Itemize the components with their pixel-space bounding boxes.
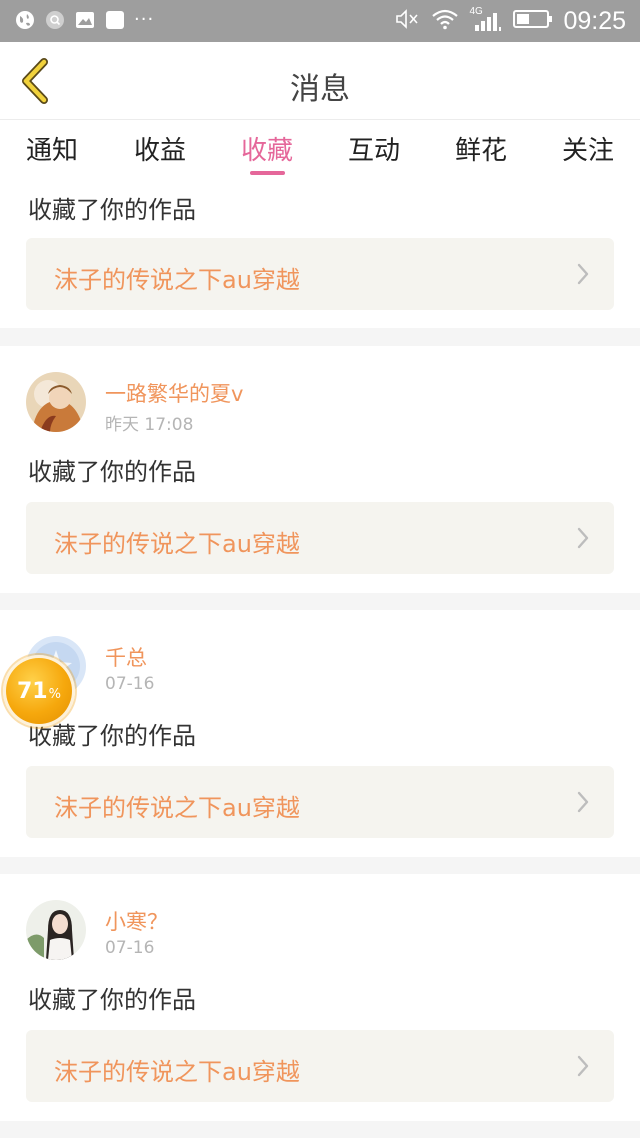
status-left-icons: ···: [14, 9, 154, 31]
message-action-text: 收藏了你的作品: [28, 196, 196, 224]
search-bubble-icon: [44, 9, 66, 31]
work-link[interactable]: 沫子的传说之下au穿越: [26, 1030, 614, 1102]
work-link[interactable]: 沫子的传说之下au穿越: [26, 238, 614, 310]
floating-progress-badge[interactable]: 71 %: [3, 655, 75, 727]
chevron-right-icon: [577, 263, 589, 285]
user-name[interactable]: 小寒？: [105, 906, 168, 936]
message-time: 07-16: [105, 674, 155, 694]
chevron-right-icon: [577, 1055, 589, 1077]
cellular-signal-icon: 4G: [469, 6, 503, 33]
more-dots-icon: ···: [134, 9, 155, 30]
header-bar: 消息: [0, 42, 640, 120]
work-title: 沫子的传说之下au穿越: [54, 266, 300, 294]
tab-follows[interactable]: 关注: [548, 130, 628, 167]
message-time: 昨天 17:08: [105, 415, 194, 435]
chevron-right-icon: [577, 527, 589, 549]
progress-unit: %: [48, 686, 61, 702]
status-bar: ··· 4G 09:25: [0, 0, 640, 42]
work-title: 沫子的传说之下au穿越: [54, 1058, 300, 1086]
tab-bar: 通知 收益 收藏 互动 鲜花 关注: [0, 120, 640, 176]
user-avatar[interactable]: [26, 372, 86, 432]
tab-earnings[interactable]: 收益: [120, 130, 200, 167]
tab-favorites[interactable]: 收藏: [227, 130, 307, 167]
user-name[interactable]: 千总: [105, 642, 147, 672]
wifi-icon: [431, 8, 459, 34]
user-name[interactable]: 一路繁华的夏v: [105, 378, 243, 408]
work-link[interactable]: 沫子的传说之下au穿越: [26, 502, 614, 574]
message-time: 07-16: [105, 938, 155, 958]
progress-value: 71: [17, 678, 48, 704]
work-title: 沫子的传说之下au穿越: [54, 530, 300, 558]
message-action-text: 收藏了你的作品: [28, 458, 196, 486]
tab-interactions[interactable]: 互动: [334, 130, 414, 167]
tab-flowers[interactable]: 鲜花: [441, 130, 521, 167]
tab-notifications[interactable]: 通知: [12, 130, 92, 167]
message-card: 小寒？ 07-16 收藏了你的作品 沫子的传说之下au穿越: [0, 874, 640, 1121]
status-right-icons: 4G 09:25: [395, 6, 626, 35]
message-card: 收藏了你的作品 沫子的传说之下au穿越: [0, 176, 640, 328]
battery-icon: [513, 8, 553, 34]
image-icon: [74, 9, 96, 31]
message-action-text: 收藏了你的作品: [28, 986, 196, 1014]
message-card: 一路繁华的夏v 昨天 17:08 收藏了你的作品 沫子的传说之下au穿越: [0, 346, 640, 593]
status-time: 09:25: [563, 7, 626, 35]
work-link[interactable]: 沫子的传说之下au穿越: [26, 766, 614, 838]
active-tab-indicator: [250, 171, 285, 175]
app-square-icon: [104, 9, 126, 31]
globe-icon: [14, 9, 36, 31]
message-card: 千总 07-16 收藏了你的作品 沫子的传说之下au穿越: [0, 610, 640, 857]
work-title: 沫子的传说之下au穿越: [54, 794, 300, 822]
mute-icon: [395, 8, 421, 34]
page-title: 消息: [290, 72, 350, 107]
user-avatar[interactable]: [26, 900, 86, 960]
chevron-right-icon: [577, 791, 589, 813]
